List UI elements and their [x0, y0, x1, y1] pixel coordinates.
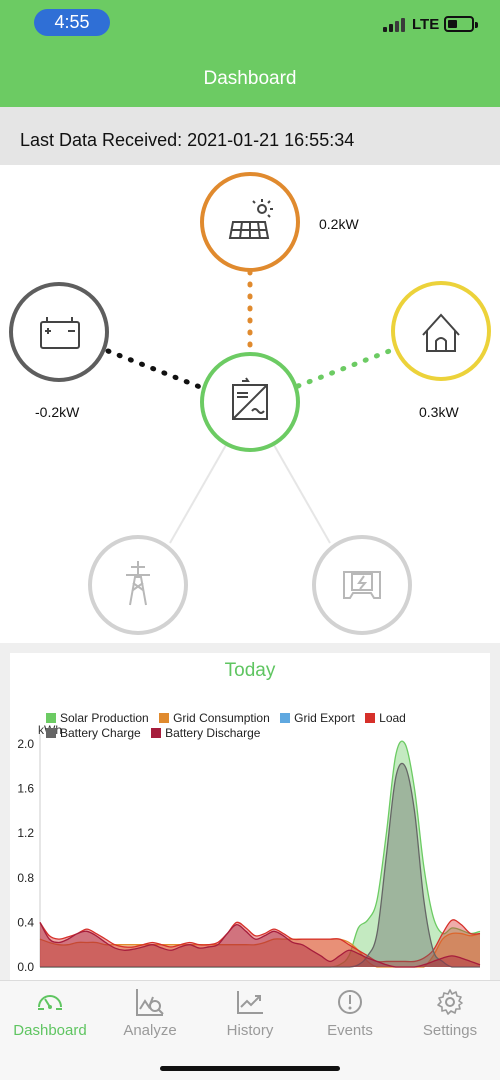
home-power-value: 0.3kW: [419, 404, 459, 420]
status-bar: 4:55 LTE: [0, 0, 500, 56]
gear-icon: [437, 989, 463, 1015]
y-tick-label: 0.8: [17, 871, 34, 885]
signal-icon: [383, 18, 407, 32]
tab-settings[interactable]: Settings: [400, 981, 500, 1051]
legend-swatch: [365, 713, 376, 723]
home-connector: [295, 347, 395, 389]
legend-label: Grid Export: [294, 711, 355, 725]
legend-item[interactable]: Solar Production: [46, 711, 149, 725]
meter-connector: [273, 444, 331, 544]
grid-node[interactable]: [88, 535, 188, 635]
tab-events[interactable]: Events: [300, 981, 400, 1051]
legend-swatch: [46, 713, 56, 723]
legend-item[interactable]: Grid Export: [280, 711, 355, 725]
status-time: 4:55: [34, 9, 110, 36]
legend-swatch: [151, 728, 162, 738]
last-data-received: Last Data Received: 2021-01-21 16:55:34: [0, 107, 500, 165]
tab-label: History: [226, 1022, 274, 1039]
legend-label: Solar Production: [60, 711, 149, 725]
energy-chart: kWh0.00.40.81.21.62.0: [17, 723, 481, 974]
history-chart-icon: [237, 991, 263, 1014]
gauge-icon: [38, 995, 62, 1010]
solar-node[interactable]: [200, 172, 300, 272]
tab-label: Settings: [422, 1022, 478, 1039]
y-tick-label: 0.4: [17, 915, 34, 929]
tab-label: Events: [327, 1022, 373, 1039]
legend-label: Grid Consumption: [173, 711, 270, 725]
legend-item[interactable]: Battery Discharge: [151, 726, 260, 740]
tab-bar: Dashboard Analyze History Events Setting…: [0, 980, 500, 1080]
legend-label: Battery Discharge: [165, 726, 261, 740]
tab-label: Analyze: [123, 1022, 177, 1039]
y-tick-label: 2.0: [17, 737, 34, 751]
legend-label: Load: [379, 711, 406, 725]
page-title: Dashboard: [0, 56, 500, 107]
y-tick-label: 0.0: [17, 960, 34, 974]
alert-circle-icon: [338, 990, 362, 1014]
battery-power-value: -0.2kW: [35, 404, 80, 420]
network-type: LTE: [412, 16, 440, 33]
analyze-chart-icon: [136, 989, 164, 1016]
tab-dashboard[interactable]: Dashboard: [0, 981, 100, 1051]
meter-node[interactable]: [312, 535, 412, 635]
legend-item[interactable]: Load: [365, 711, 406, 725]
inverter-node[interactable]: [200, 352, 300, 452]
y-tick-label: 1.2: [17, 826, 34, 840]
chart-legend: Solar Production Grid Consumption Grid E…: [46, 711, 413, 741]
legend-swatch: [46, 728, 56, 738]
legend-label: Battery Charge: [60, 726, 141, 740]
today-chart-card: Today kWh0.00.40.81.21.62.0 Solar Produc…: [10, 653, 490, 980]
chart-section: Today kWh0.00.40.81.21.62.0 Solar Produc…: [0, 643, 500, 980]
grid-connector: [169, 444, 227, 544]
legend-item[interactable]: Battery Charge: [46, 726, 141, 740]
legend-swatch: [280, 713, 291, 723]
battery-connector: [105, 348, 203, 390]
tab-analyze[interactable]: Analyze: [100, 981, 200, 1051]
tab-history[interactable]: History: [200, 981, 300, 1051]
solar-power-value: 0.2kW: [319, 216, 359, 232]
legend-item[interactable]: Grid Consumption: [159, 711, 270, 725]
legend-swatch: [159, 713, 170, 723]
tab-label: Dashboard: [13, 1022, 87, 1039]
y-tick-label: 1.6: [17, 782, 34, 796]
energy-flow-diagram: 0.2kW -0.2kW 0.3kW: [0, 165, 500, 643]
home-indicator: [160, 1066, 340, 1071]
battery-status-icon: [444, 16, 478, 32]
home-node[interactable]: [391, 281, 491, 381]
battery-node[interactable]: [9, 282, 109, 382]
